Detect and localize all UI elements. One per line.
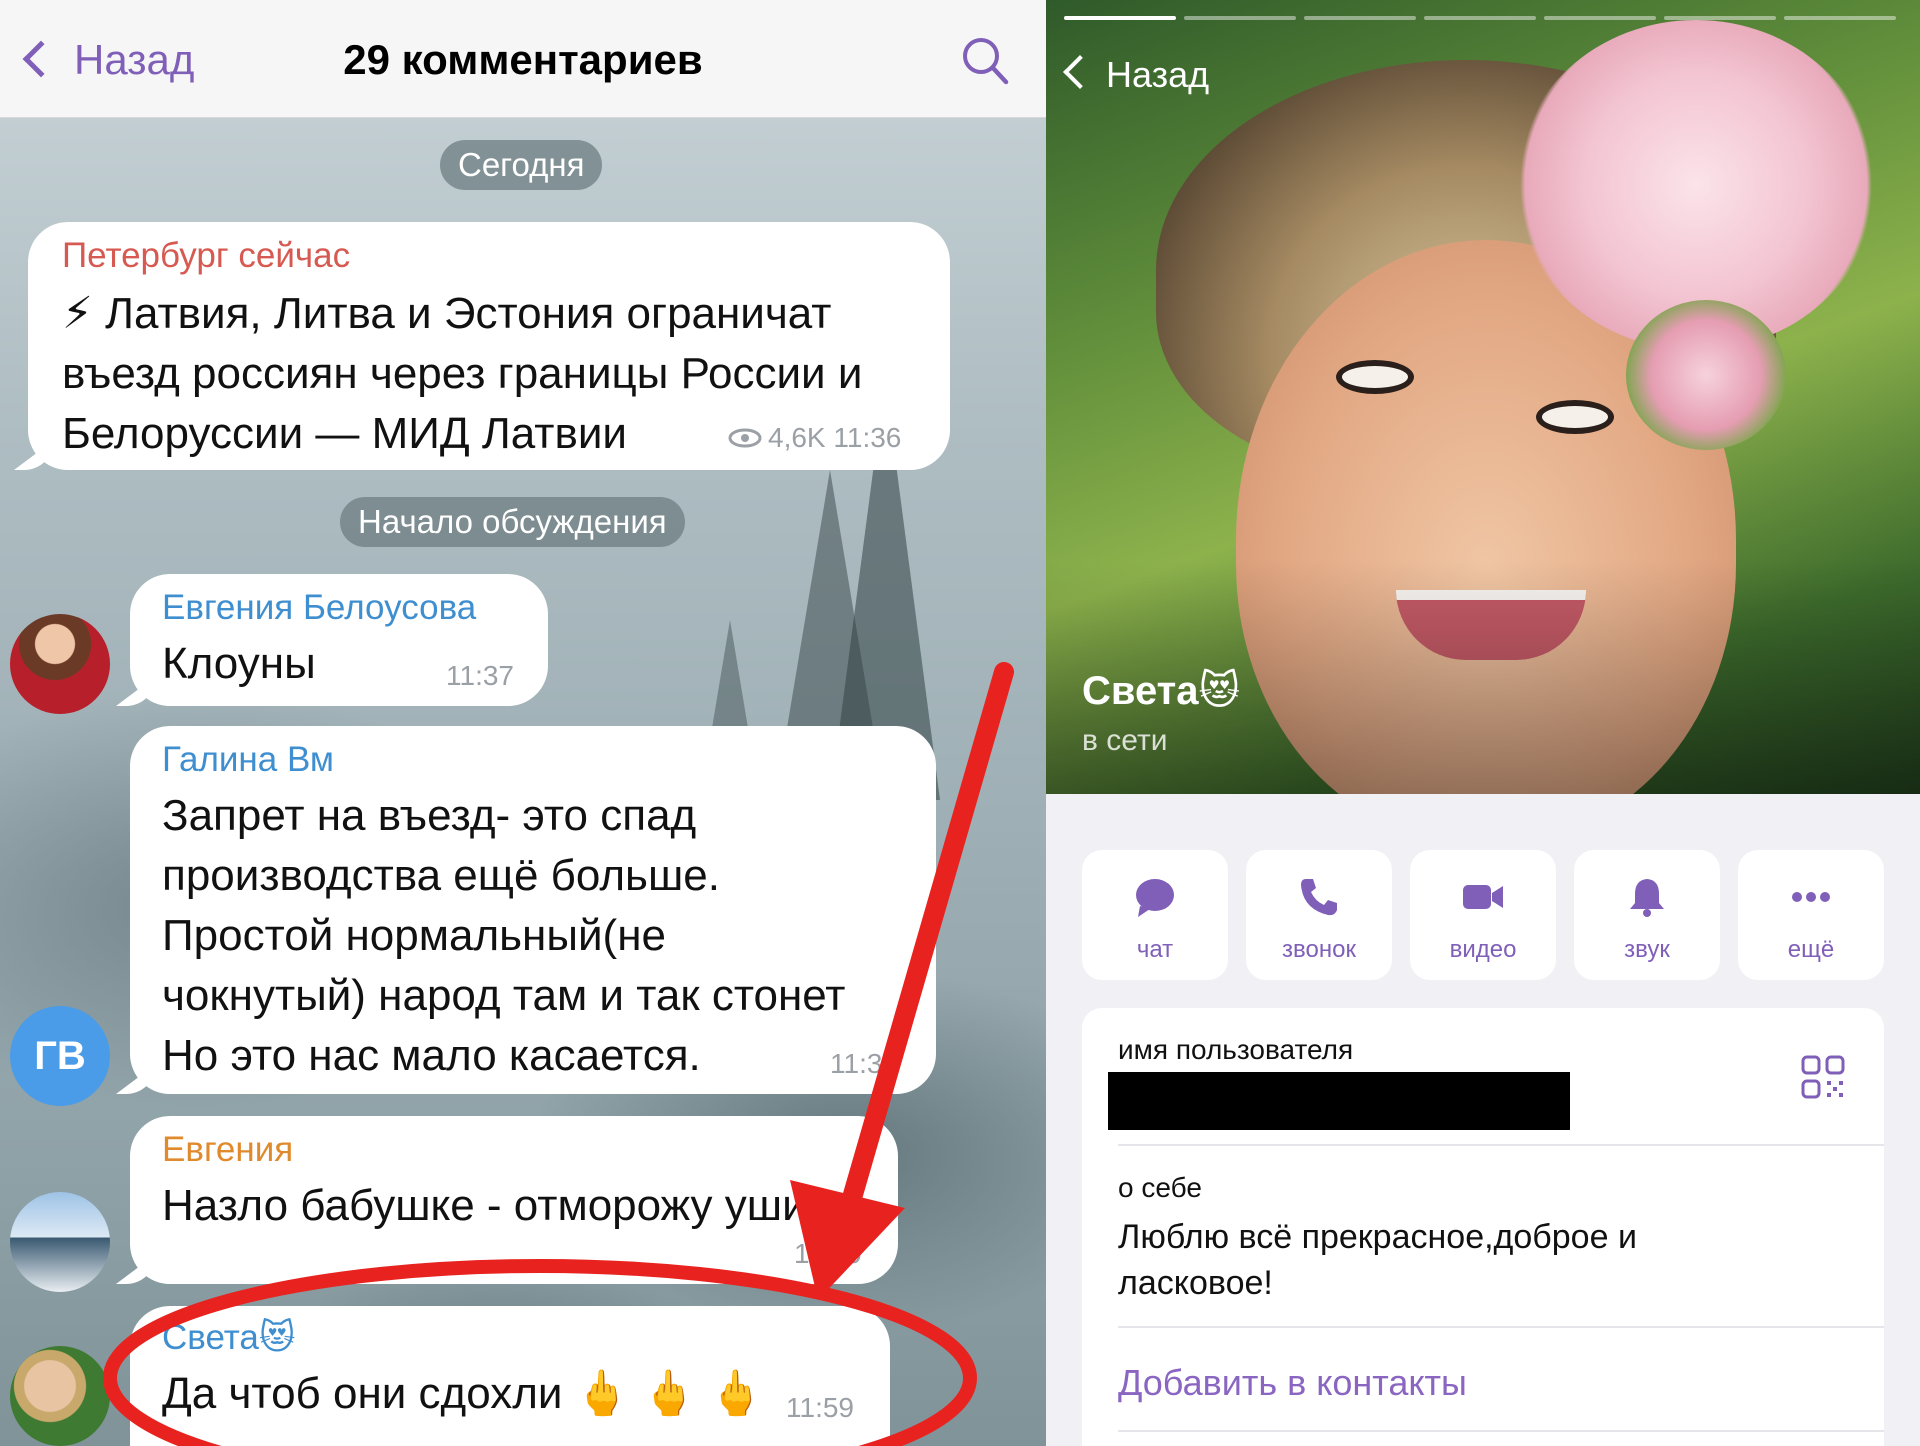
video-button[interactable]: видео [1410,850,1556,980]
avatar[interactable] [10,1346,110,1446]
avatar[interactable] [10,614,110,714]
back-chevron-icon[interactable] [1063,55,1097,89]
avatar[interactable]: ГВ [10,1006,110,1106]
bell-icon [1630,879,1664,917]
message-sender[interactable]: Света😻 [162,1318,295,1358]
redacted-username [1108,1072,1570,1130]
date-separator: Сегодня [440,140,603,190]
post-sender[interactable]: Петербург сейчас [62,236,350,276]
message-bubble[interactable]: Евгения Назло бабушке - отморожу уши 11:… [116,1116,898,1284]
divider [1118,1326,1884,1328]
action-label: звук [1624,936,1670,963]
message-text: Назло бабушке - отморожу уши [162,1181,807,1230]
divider [1118,1144,1884,1146]
photo-progress-segment [1784,16,1896,20]
message-time: 11:59 [786,1392,854,1423]
profile-info-card: имя пользователя о себе Люблю всё прекра… [1082,1008,1884,1446]
action-label: звонок [1282,936,1356,963]
add-to-contacts-link[interactable]: Добавить в контакты [1118,1362,1467,1404]
message-time: 11:37 [446,660,514,691]
message-sender[interactable]: Евгения [162,1130,293,1170]
photo-progress-segment [1424,16,1536,20]
message-sender[interactable]: Галина Вм [162,740,334,780]
photo-peony-bud [1626,300,1786,450]
message-text: Да чтоб они сдохли 🖕 🖕 🖕 [162,1369,764,1418]
profile-screen: Назад Света😻 в сети чат звонок видео зву… [1046,0,1920,1446]
video-icon [1463,885,1503,909]
more-icon [1792,892,1830,902]
more-button[interactable]: ещё [1738,850,1884,980]
sound-button[interactable]: звук [1574,850,1720,980]
username-label: имя пользователя [1118,1034,1354,1065]
action-label: ещё [1787,936,1835,963]
message-text: Клоуны [162,639,316,688]
online-status: в сети [1082,724,1168,757]
action-label: видео [1449,936,1517,963]
action-label: чат [1136,936,1174,963]
navigation-bar: Назад 29 комментариев [0,0,1046,118]
profile-photo[interactable]: Назад Света😻 в сети [1046,0,1920,794]
photo-progress-segment [1544,16,1656,20]
photo-progress-segment [1064,16,1176,20]
message-time: 11:39 [830,1048,898,1079]
divider [1118,1430,1884,1432]
bubble-tail [14,440,54,470]
profile-name: Света😻 [1082,669,1241,713]
photo-eye [1536,400,1614,434]
about-text: Люблю всё прекрасное,доброе и ласковое! [1118,1218,1637,1302]
avatar[interactable] [10,1192,110,1292]
message-sender[interactable]: Евгения Белоусова [162,588,476,628]
photo-progress-segment [1664,16,1776,20]
channel-post-bubble[interactable]: Петербург сейчас ⚡ Латвия, Литва и Эстон… [14,222,950,470]
photo-eye [1336,360,1414,394]
message-text: Запрет на въезд- это спад производства е… [162,791,846,1080]
chat-icon [1136,879,1174,917]
photo-progress-segment [1304,16,1416,20]
discussion-start-separator: Начало обсуждения [340,497,685,547]
post-views-time: 4,6K 11:36 [768,422,902,453]
comments-screen: Назад 29 комментариев Сегодня Петербург … [0,0,1046,1446]
back-button[interactable]: Назад [1106,54,1209,96]
photo-progress-segment [1184,16,1296,20]
page-title: 29 комментариев [343,36,703,83]
chat-button[interactable]: чат [1082,850,1228,980]
phone-icon [1301,879,1337,916]
message-bubble[interactable]: Света😻 Да чтоб они сдохли 🖕 🖕 🖕 11:59 [130,1306,890,1446]
message-bubble[interactable]: Галина Вм Запрет на въезд- это спад прои… [116,726,936,1094]
message-time: 11:49 [794,1238,862,1269]
about-label: о себе [1118,1172,1202,1203]
qr-code-icon[interactable] [1800,1054,1846,1100]
views-eye-icon [728,428,762,448]
call-button[interactable]: звонок [1246,850,1392,980]
message-bubble[interactable]: Евгения Белоусова Клоуны 11:37 [116,574,548,706]
search-icon[interactable] [960,34,1010,90]
